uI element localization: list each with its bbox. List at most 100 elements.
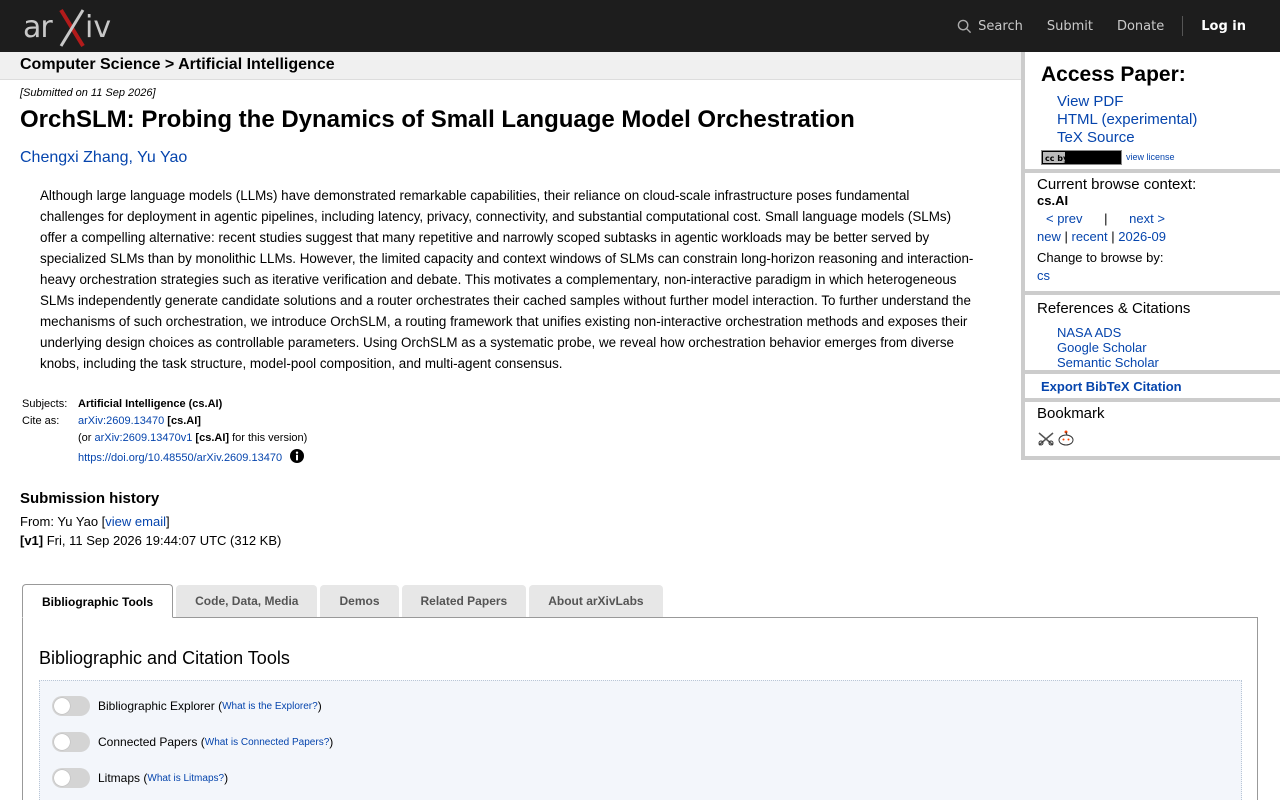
toggle-label: Connected Papers (98, 735, 198, 749)
toggle-label: Bibliographic Explorer (98, 699, 215, 713)
browse-context-heading: Current browse context: (1037, 176, 1197, 193)
browse-context-box: Current browse context: cs.AI < prev | n… (1025, 173, 1280, 295)
prev-link[interactable]: < prev (1046, 211, 1083, 226)
browse-cs-link[interactable]: cs (1037, 268, 1050, 283)
help-link[interactable]: What is the Explorer? (222, 701, 318, 712)
access-paper-box: Access Paper: View PDF HTML (experimenta… (1025, 52, 1280, 173)
recent-link[interactable]: recent (1072, 229, 1108, 244)
info-icon[interactable] (290, 449, 305, 463)
svg-text:ar: ar (23, 10, 53, 45)
subjects-row: Subjects: Artificial Intelligence (cs.AI… (22, 396, 309, 413)
version-label: [v1] (20, 533, 44, 548)
month-link[interactable]: 2026-09 (1118, 229, 1166, 244)
author-link[interactable]: Chengxi Zhang (20, 149, 129, 166)
bookmark-heading: Bookmark (1037, 405, 1105, 422)
top-header: ar iv Search Submit Donate Log in (0, 0, 1280, 52)
cite-id-link[interactable]: arXiv:2609.13470 (78, 415, 164, 427)
svg-text:iv: iv (85, 10, 111, 45)
export-box: Export BibTeX Citation (1025, 374, 1280, 402)
help-link[interactable]: What is Connected Papers? (205, 737, 330, 748)
submit-link[interactable]: Submit (1035, 19, 1105, 34)
login-link[interactable]: Log in (1189, 19, 1280, 34)
semantic-scholar-link[interactable]: Semantic Scholar (1057, 355, 1159, 370)
top-nav: Search Submit Donate Log in (945, 0, 1280, 52)
tab-about-arxivlabs[interactable]: About arXivLabs (529, 585, 663, 617)
version-history-line: [v1] Fri, 11 Sep 2026 19:44:07 UTC (312 … (20, 533, 281, 548)
litmaps-toggle[interactable] (52, 768, 90, 788)
access-links: View PDF HTML (experimental) TeX Source (1057, 93, 1197, 147)
nasa-ads-link[interactable]: NASA ADS (1057, 325, 1121, 340)
google-scholar-link[interactable]: Google Scholar (1057, 340, 1147, 355)
tab-code-data-media[interactable]: Code, Data, Media (176, 585, 318, 617)
reddit-icon[interactable] (1057, 429, 1075, 447)
labs-tabs: Bibliographic Tools Code, Data, Media De… (22, 584, 666, 618)
view-license-link[interactable]: view license (1126, 152, 1175, 162)
browse-context-value: cs.AI (1037, 193, 1069, 208)
author-link[interactable]: Yu Yao (137, 149, 187, 166)
paper-title: OrchSLM: Probing the Dynamics of Small L… (20, 106, 855, 133)
explorer-toggle[interactable] (52, 696, 90, 716)
references-links: NASA ADS Google Scholar Semantic Scholar (1057, 325, 1159, 370)
listing-links: new | recent | 2026-09 (1037, 229, 1166, 244)
version-link[interactable]: arXiv:2609.13470v1 (95, 432, 193, 444)
cite-category: [cs.AI] (167, 415, 201, 427)
search-icon (957, 19, 972, 33)
version-row: (or arXiv:2609.13470v1 [cs.AI] for this … (22, 430, 309, 447)
arxiv-logo[interactable]: ar iv (23, 6, 113, 48)
version-suffix: for this version) (229, 432, 308, 444)
nav-divider (1182, 16, 1184, 36)
search-link[interactable]: Search (945, 19, 1035, 34)
tab-related-papers[interactable]: Related Papers (401, 585, 527, 617)
submission-date: [Submitted on 11 Sep 2026] (20, 87, 156, 99)
tex-source-link[interactable]: TeX Source (1057, 129, 1135, 146)
tab-bibliographic-tools[interactable]: Bibliographic Tools (22, 584, 174, 618)
access-heading: Access Paper: (1041, 63, 1186, 86)
metadata-table: Subjects: Artificial Intelligence (cs.AI… (22, 396, 309, 467)
bookmark-box: Bookmark (1025, 402, 1280, 460)
explorer-toggle-row: Bibliographic Explorer (What is the Expl… (52, 696, 322, 716)
toggle-label: Litmaps (98, 771, 141, 785)
litmaps-toggle-row: Litmaps (What is Litmaps?) (52, 768, 228, 788)
pipe-separator: | (1064, 229, 1068, 244)
doi-link[interactable]: https://doi.org/10.48550/arXiv.2609.1347… (78, 452, 282, 464)
references-heading: References & Citations (1037, 300, 1191, 317)
connected-papers-toggle-row: Connected Papers (What is Connected Pape… (52, 732, 333, 752)
breadcrumb: Computer Science > Artificial Intelligen… (0, 52, 1021, 80)
cc-license-badge[interactable]: cc by (1041, 150, 1122, 165)
panel-heading: Bibliographic and Citation Tools (39, 648, 290, 668)
pipe-separator: | (1111, 229, 1115, 244)
subjects-value: Artificial Intelligence (cs.AI) (78, 398, 223, 410)
author-separator: , (128, 149, 138, 166)
sidebar: Access Paper: View PDF HTML (experimenta… (1021, 52, 1280, 460)
view-pdf-link[interactable]: View PDF (1057, 93, 1123, 110)
search-label: Search (978, 18, 1023, 34)
submission-history-heading: Submission history (20, 490, 160, 507)
version-category: [cs.AI] (195, 432, 230, 444)
subjects-label: Subjects: (22, 398, 68, 410)
tools-box: Bibliographic Explorer (What is the Expl… (39, 680, 1242, 800)
tab-demos[interactable]: Demos (320, 585, 399, 617)
author-list: Chengxi Zhang, Yu Yao (20, 149, 187, 167)
view-email-link[interactable]: view email (105, 514, 166, 529)
connected-papers-toggle[interactable] (52, 732, 90, 752)
bibsonomy-icon[interactable] (1037, 431, 1055, 447)
html-link[interactable]: HTML (experimental) (1057, 111, 1197, 128)
help-link[interactable]: What is Litmaps? (147, 773, 224, 784)
donate-link[interactable]: Donate (1105, 19, 1176, 34)
new-link[interactable]: new (1037, 229, 1061, 244)
export-bibtex-link[interactable]: Export BibTeX Citation (1041, 379, 1182, 394)
doi-row: https://doi.org/10.48550/arXiv.2609.1347… (22, 447, 309, 467)
prev-next-row: < prev | next > (1046, 211, 1165, 226)
abstract-text: Although large language models (LLMs) ha… (40, 188, 974, 371)
change-browse-label: Change to browse by: (1037, 250, 1164, 265)
tab-panel: Bibliographic and Citation Tools Bibliog… (22, 617, 1258, 800)
references-box: References & Citations NASA ADS Google S… (1025, 295, 1280, 374)
cc-badge-text: cc by (1045, 154, 1069, 163)
next-link[interactable]: next > (1129, 211, 1165, 226)
cite-row: Cite as: arXiv:2609.13470 [cs.AI] (22, 413, 309, 430)
prev-next-separator: | (1104, 211, 1108, 226)
cite-label: Cite as: (22, 415, 60, 427)
or-prefix: (or (78, 432, 95, 444)
submitter-line: From: Yu Yao [view email] (20, 514, 170, 529)
from-prefix: From: Yu Yao [ (20, 514, 106, 529)
